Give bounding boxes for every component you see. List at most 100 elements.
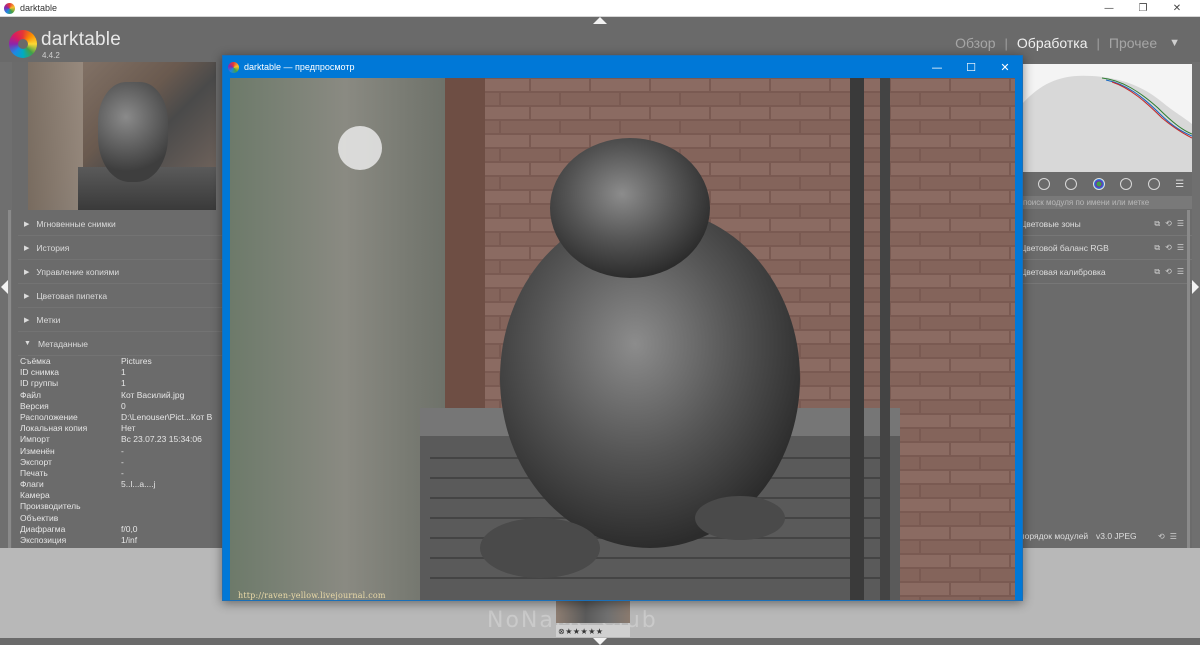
view-separator: |	[1004, 35, 1008, 51]
metadata-row: Объектив	[20, 513, 226, 524]
metadata-value: 1	[121, 367, 126, 378]
collapse-left-panel-arrow-icon[interactable]	[1, 280, 8, 294]
module-label: Цветовые зоны	[1020, 218, 1081, 229]
collapse-bottom-panel-arrow-icon[interactable]	[593, 638, 607, 645]
reset-icon[interactable]: ⟲	[1165, 243, 1172, 253]
view-lighttable[interactable]: Обзор	[955, 35, 995, 51]
star-rating[interactable]: ★★★★★	[565, 627, 603, 636]
multi-instance-icon[interactable]: ⧉	[1154, 267, 1160, 277]
right-module-list: Цветовые зоны ⧉ ⟲ ☰ Цветовой баланс RGB …	[1020, 212, 1192, 284]
expand-triangle-icon: ▶	[24, 268, 30, 276]
module-order-row[interactable]: порядок модулей v3.0 JPEG ⟲ ☰	[1020, 528, 1192, 544]
right-panel: ☰ поиск модуля по имени или метке Цветов…	[1020, 62, 1192, 548]
module-history[interactable]: ▶ История	[18, 236, 226, 260]
histogram[interactable]	[1022, 64, 1192, 172]
preview-title-bar[interactable]: darktable — предпросмотр — ☐ ✕	[223, 56, 1022, 78]
preview-window-title: darktable — предпросмотр	[244, 62, 355, 72]
groups-menu-icon[interactable]: ☰	[1175, 179, 1184, 190]
metadata-row: Изменён -	[20, 446, 226, 457]
preview-window-controls: — ☐ ✕	[920, 56, 1022, 78]
module-duplicate-manager[interactable]: ▶ Управление копиями	[18, 260, 226, 284]
presets-icon[interactable]: ☰	[1170, 532, 1177, 541]
multi-instance-icon[interactable]: ⧉	[1154, 243, 1160, 253]
reset-icon[interactable]: ⟲	[1165, 267, 1172, 277]
view-switcher: Обзор | Обработка | Прочее ▼	[955, 35, 1180, 51]
module-search-input[interactable]: поиск модуля по имени или метке	[1020, 196, 1192, 209]
metadata-key: Версия	[20, 400, 49, 411]
metadata-row: Печать -	[20, 468, 226, 479]
view-darkroom[interactable]: Обработка	[1017, 35, 1088, 51]
metadata-key: Экспорт	[20, 456, 52, 467]
metadata-value: 1	[121, 378, 126, 389]
module-label: Цветовой баланс RGB	[1020, 242, 1109, 253]
view-separator: |	[1096, 35, 1100, 51]
image-information-table: Съёмка Pictures ID снимка 1 ID группы 1 Фай…	[20, 356, 226, 546]
presets-icon[interactable]: ☰	[1177, 243, 1184, 253]
left-panel: ▶ Мгновенные снимки ▶ История ▶ Управление …	[12, 62, 226, 548]
preview-minimize-button[interactable]: —	[920, 56, 954, 78]
reset-icon[interactable]: ⟲	[1158, 532, 1165, 541]
left-module-list: ▶ Мгновенные снимки ▶ История ▶ Управление …	[18, 212, 226, 356]
metadata-key: ID снимка	[20, 367, 60, 378]
module-color-balance-rgb[interactable]: Цветовой баланс RGB ⧉ ⟲ ☰	[1020, 236, 1192, 260]
metadata-key: Производитель	[20, 501, 81, 512]
filmstrip-thumbnail[interactable]	[556, 601, 630, 623]
metadata-row: Локальная копия Нет	[20, 423, 226, 434]
metadata-key: Импорт	[20, 434, 50, 445]
metadata-value: D:\Lenouser\Pict...Кот В	[121, 411, 213, 422]
darktable-logo-icon	[9, 30, 37, 58]
expand-triangle-icon: ▶	[24, 292, 30, 300]
views-dropdown-icon[interactable]: ▼	[1169, 37, 1180, 49]
expand-triangle-icon: ▶	[24, 316, 30, 324]
maximize-button[interactable]: ❐	[1126, 0, 1160, 17]
metadata-key: Экспозиция	[20, 535, 67, 545]
multi-instance-icon[interactable]: ⧉	[1154, 219, 1160, 229]
metadata-key: Расположение	[20, 411, 78, 422]
expand-triangle-icon: ▶	[24, 220, 30, 228]
module-snapshots[interactable]: ▶ Мгновенные снимки	[18, 212, 226, 236]
correct-group-icon[interactable]	[1120, 178, 1133, 190]
power-group-icon[interactable]	[1037, 178, 1050, 190]
module-order-label: порядок модулей	[1020, 531, 1089, 541]
metadata-row: Версия 0	[20, 401, 226, 412]
effect-group-icon[interactable]	[1147, 178, 1160, 190]
metadata-key: Изменён	[20, 445, 55, 456]
metadata-value: 5..l...a....j	[121, 479, 156, 490]
presets-icon[interactable]: ☰	[1177, 219, 1184, 229]
left-panel-scrollbar[interactable]	[8, 210, 11, 550]
minimize-button[interactable]: —	[1092, 0, 1126, 17]
preview-close-button[interactable]: ✕	[988, 56, 1022, 78]
preview-maximize-button[interactable]: ☐	[954, 56, 988, 78]
os-title-bar[interactable]: darktable — ❐ ✕	[0, 0, 1200, 17]
preview-window: darktable — предпросмотр — ☐ ✕ http://ra…	[222, 55, 1023, 601]
os-window-controls: — ❐ ✕	[1092, 0, 1194, 17]
metadata-key: Съёмка	[20, 356, 51, 366]
module-label: Цветовая калибровка	[1020, 266, 1106, 277]
module-color-picker[interactable]: ▶ Цветовая пипетка	[18, 284, 226, 308]
collapse-right-panel-arrow-icon[interactable]	[1192, 280, 1199, 294]
color-group-icon[interactable]	[1092, 178, 1105, 190]
metadata-row: Производитель	[20, 501, 226, 512]
collapse-triangle-icon: ▼	[24, 340, 31, 347]
reject-icon[interactable]: ⊗	[558, 627, 565, 636]
module-color-zones[interactable]: Цветовые зоны ⧉ ⟲ ☰	[1020, 212, 1192, 236]
module-color-calibration[interactable]: Цветовая калибровка ⧉ ⟲ ☰	[1020, 260, 1192, 284]
view-other[interactable]: Прочее	[1109, 35, 1157, 51]
metadata-value: Нет	[121, 423, 136, 434]
presets-icon[interactable]: ☰	[1177, 267, 1184, 277]
module-image-information[interactable]: ▼ Метаданные	[18, 332, 226, 356]
close-button[interactable]: ✕	[1160, 0, 1194, 17]
metadata-value: -	[121, 445, 124, 456]
module-label: История	[36, 242, 70, 253]
module-tagging[interactable]: ▶ Метки	[18, 308, 226, 332]
reset-icon[interactable]: ⟲	[1165, 219, 1172, 229]
navigation-thumbnail[interactable]	[28, 62, 216, 210]
metadata-value: Вс 23.07.23 15:34:06	[121, 434, 202, 445]
collapse-top-panel-arrow-icon[interactable]	[593, 17, 607, 24]
metadata-value: Pictures	[121, 356, 152, 366]
right-panel-scrollbar[interactable]	[1187, 210, 1190, 550]
photo-watermark-caption: http://raven-yellow.livejournal.com	[238, 591, 386, 600]
app-name: darktable	[41, 29, 121, 50]
base-group-icon[interactable]	[1065, 178, 1078, 190]
metadata-row: Диафрагма f/0,0	[20, 524, 226, 535]
